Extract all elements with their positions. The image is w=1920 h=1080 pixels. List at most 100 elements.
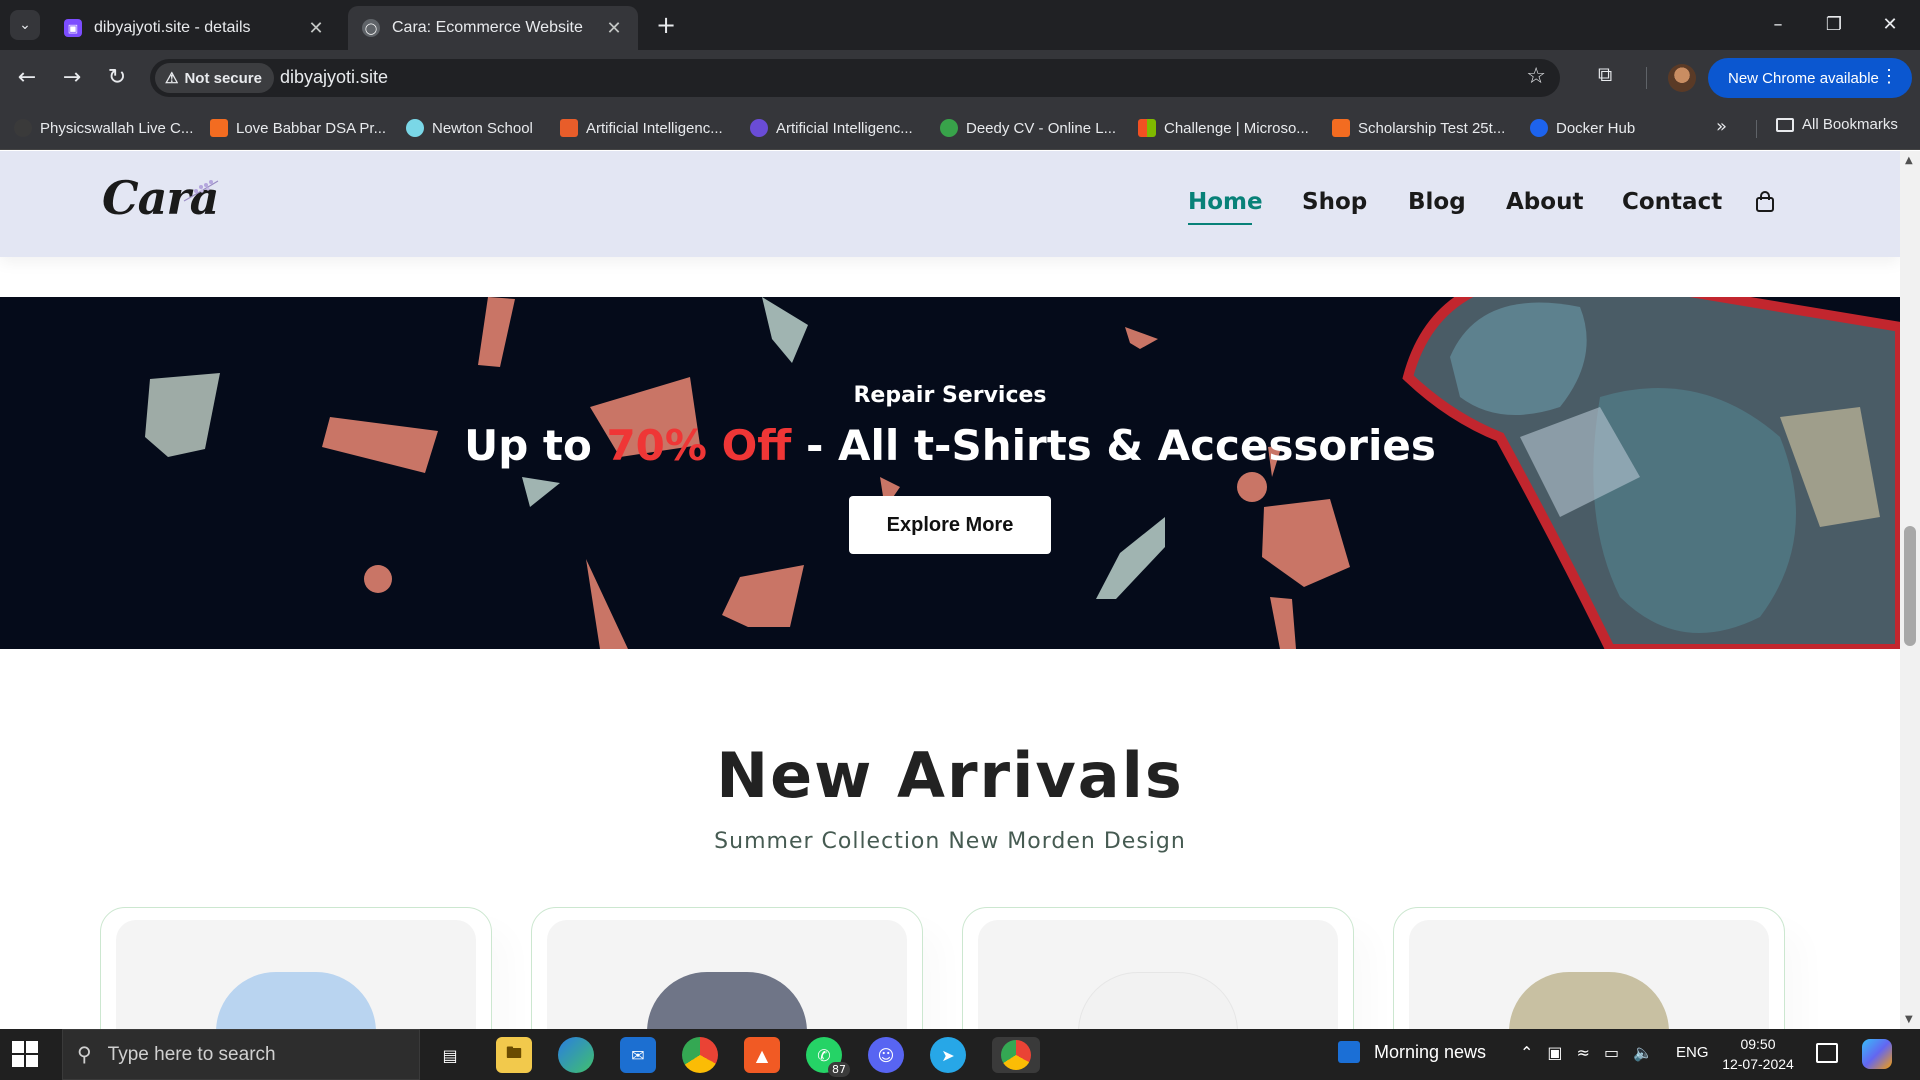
bookmark-item[interactable]: Deedy CV - Online L... (940, 116, 1116, 140)
nav-home[interactable]: Home (1188, 189, 1263, 215)
news-widget[interactable]: Morning news (1338, 1041, 1486, 1063)
task-view-icon[interactable]: ▤ (432, 1037, 468, 1073)
new-arrivals-subtitle: Summer Collection New Morden Design (714, 829, 1186, 854)
url-text[interactable]: dibyajyoti.site (280, 67, 388, 88)
product-image[interactable] (978, 920, 1338, 1029)
taskbar-search[interactable]: ⚲ Type here to search (62, 1029, 420, 1080)
bookmark-item[interactable]: Artificial Intelligenc... (560, 116, 723, 140)
news-label: Morning news (1374, 1041, 1487, 1062)
tab-title: Cara: Ecommerce Website (392, 19, 583, 36)
minimize-button[interactable]: – (1756, 8, 1800, 42)
new-tab-button[interactable]: + (652, 12, 680, 40)
wifi-icon[interactable]: ≈ (1577, 1043, 1590, 1062)
bookmark-label: Scholarship Test 25t... (1358, 119, 1506, 137)
product-card[interactable] (531, 907, 923, 1029)
explore-more-button[interactable]: Explore More (849, 496, 1051, 554)
bookmark-label: Newton School (432, 119, 533, 137)
volume-icon[interactable]: 🔈 (1633, 1043, 1653, 1062)
telegram-icon[interactable]: ➤ (930, 1037, 966, 1073)
address-bar[interactable]: ⚠ Not secure dibyajyoti.site ☆ (150, 59, 1560, 97)
banner-subtitle: Repair Services (853, 383, 1047, 408)
search-icon: ⚲ (77, 1044, 92, 1066)
restore-button[interactable]: ❐ (1812, 8, 1856, 42)
bookmark-label: Artificial Intelligenc... (776, 119, 913, 137)
all-bookmarks-label: All Bookmarks (1802, 116, 1898, 133)
bookmark-favicon-icon (560, 119, 578, 137)
banner-title-prefix: Up to (464, 421, 607, 470)
reload-button[interactable]: ↻ (100, 61, 134, 95)
clock-time: 09:50 (1740, 1036, 1776, 1052)
more-menu-icon[interactable]: ⋮ (1880, 66, 1898, 87)
chevron-up-icon[interactable]: ⌃ (1520, 1043, 1533, 1062)
tab-search-button[interactable]: ⌄ (10, 10, 40, 40)
globe-icon: ◯ (362, 19, 380, 37)
notification-badge: 87 (828, 1062, 850, 1077)
clock-date: 12-07-2024 (1722, 1056, 1794, 1072)
bookmark-star-icon[interactable]: ☆ (1526, 64, 1546, 89)
product-card[interactable] (1393, 907, 1785, 1029)
windows-taskbar: ⚲ Type here to search ▤ 🖿 ✉ ▲ ✆ 87 ☺ ➤ Mo… (0, 1029, 1920, 1080)
bookmark-item[interactable]: Newton School (406, 116, 533, 140)
bookmark-favicon-icon (940, 119, 958, 137)
close-icon[interactable]: ✕ (604, 18, 624, 39)
bookmark-item[interactable]: Physicswallah Live C... (14, 116, 193, 140)
chrome-update-button[interactable]: New Chrome available ⋮ (1708, 58, 1912, 98)
language-indicator[interactable]: ENG (1676, 1044, 1709, 1061)
chrome-active-icon[interactable] (992, 1037, 1040, 1073)
bookmark-item[interactable]: Docker Hub (1530, 116, 1635, 140)
nav-about[interactable]: About (1506, 189, 1583, 215)
clock[interactable]: 09:50 12-07-2024 (1720, 1034, 1796, 1074)
bookmark-item[interactable]: Love Babbar DSA Pr... (210, 116, 386, 140)
discord-icon[interactable]: ☺ (868, 1037, 904, 1073)
bookmark-label: Challenge | Microso... (1164, 119, 1309, 137)
chrome-icon[interactable] (682, 1037, 718, 1073)
page-scrollbar[interactable]: ▲ ▼ (1900, 151, 1920, 1029)
product-image[interactable] (116, 920, 476, 1029)
product-card[interactable] (962, 907, 1354, 1029)
nav-contact[interactable]: Contact (1622, 189, 1722, 215)
tab-favicon-icon: ▣ (64, 19, 82, 37)
security-chip[interactable]: ⚠ Not secure (155, 63, 274, 93)
copilot-icon[interactable] (1862, 1039, 1892, 1069)
edge-icon[interactable] (558, 1037, 594, 1073)
bookmark-item[interactable]: Artificial Intelligenc... (750, 116, 913, 140)
extensions-icon[interactable]: ⧉ (1598, 62, 1612, 86)
banner-title-suffix: - All t-Shirts & Accessories (791, 421, 1436, 470)
shopping-bag-icon[interactable] (1754, 191, 1776, 213)
mail-icon[interactable]: ✉ (620, 1037, 656, 1073)
product-card[interactable] (100, 907, 492, 1029)
bookmark-label: Love Babbar DSA Pr... (236, 119, 387, 137)
back-button[interactable]: ← (10, 61, 44, 95)
scroll-up-icon[interactable]: ▲ (1905, 155, 1913, 166)
new-arrivals-heading: New Arrivals (716, 739, 1184, 812)
search-placeholder: Type here to search (107, 1043, 276, 1065)
bookmark-favicon-icon (750, 119, 768, 137)
camera-icon[interactable]: ▣ (1547, 1043, 1562, 1062)
close-window-button[interactable]: ✕ (1868, 8, 1912, 42)
site-header: Cara Home Shop Blog About Contact (0, 151, 1900, 257)
notification-center-icon[interactable] (1816, 1043, 1838, 1063)
scrollbar-thumb[interactable] (1904, 526, 1916, 646)
tab-cara-ecommerce[interactable]: ◯ Cara: Ecommerce Website ✕ (348, 6, 638, 50)
nav-blog[interactable]: Blog (1408, 189, 1466, 215)
brave-icon[interactable]: ▲ (744, 1037, 780, 1073)
nav-shop[interactable]: Shop (1302, 189, 1367, 215)
shirt-image (1078, 972, 1238, 1029)
product-image[interactable] (547, 920, 907, 1029)
battery-icon[interactable]: ▭ (1604, 1043, 1619, 1062)
more-bookmarks-icon[interactable]: » (1716, 116, 1727, 137)
product-image[interactable] (1409, 920, 1769, 1029)
whatsapp-icon[interactable]: ✆ 87 (806, 1037, 850, 1077)
file-explorer-icon[interactable]: 🖿 (496, 1037, 532, 1073)
profile-avatar[interactable] (1668, 64, 1696, 92)
windows-start-icon[interactable] (12, 1041, 38, 1067)
all-bookmarks-button[interactable]: All Bookmarks (1776, 116, 1898, 133)
page-viewport: Cara Home Shop Blog About Contact Repair… (0, 151, 1900, 1029)
tab-dibyajyoti-details[interactable]: ▣ dibyajyoti.site - details ✕ (50, 6, 340, 50)
bookmark-item[interactable]: Scholarship Test 25t... (1332, 116, 1505, 140)
forward-button[interactable]: → (55, 61, 89, 95)
banner-headline: Up to 70% Off - All t-Shirts & Accessori… (0, 421, 1900, 470)
close-icon[interactable]: ✕ (306, 18, 326, 39)
scroll-down-icon[interactable]: ▼ (1905, 1014, 1913, 1025)
bookmark-item[interactable]: Challenge | Microso... (1138, 116, 1309, 140)
